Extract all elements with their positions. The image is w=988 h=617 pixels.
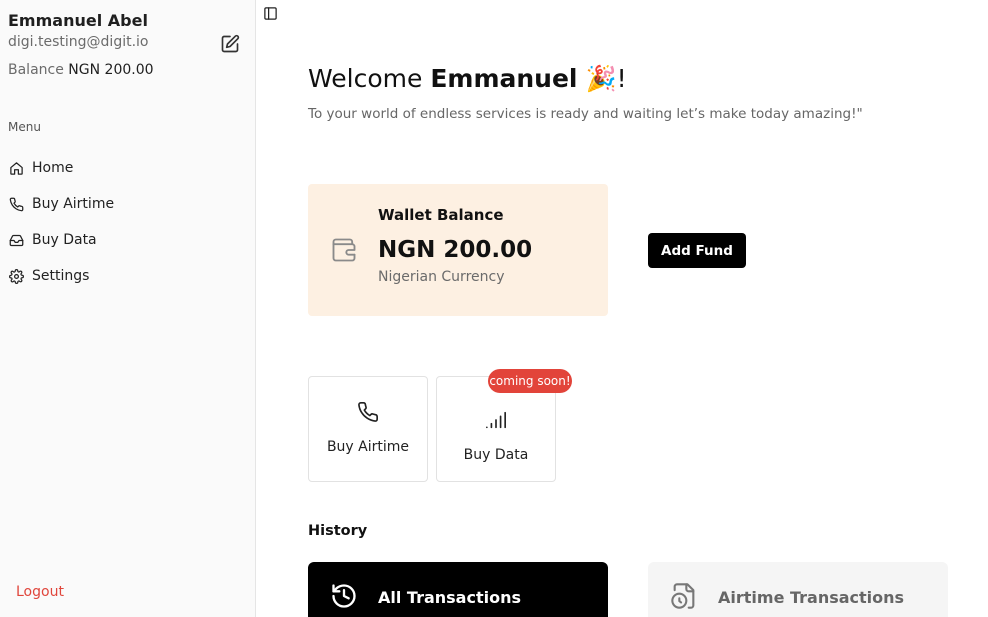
sidebar-item-buy-data[interactable]: Buy Data	[8, 228, 248, 252]
sidebar-item-buy-airtime[interactable]: Buy Airtime	[8, 192, 248, 216]
logout-button[interactable]: Logout	[16, 584, 64, 600]
gear-icon	[8, 268, 24, 284]
tab-all-transactions[interactable]: All Transactions	[308, 562, 608, 617]
signal-icon	[485, 409, 507, 431]
welcome-name: Emmanuel	[430, 64, 578, 93]
wallet-title: Wallet Balance	[378, 206, 504, 224]
phone-icon	[357, 401, 379, 423]
buy-airtime-card[interactable]: Buy Airtime	[308, 376, 428, 482]
service-label: Buy Airtime	[326, 439, 410, 455]
welcome-subtitle: To your world of endless services is rea…	[308, 106, 863, 122]
sidebar-item-label: Buy Airtime	[32, 196, 115, 212]
sidebar: Emmanuel Abel digi.testing@digit.io Bala…	[0, 0, 256, 617]
balance-value: NGN 200.00	[68, 62, 154, 78]
welcome-suffix: !	[616, 64, 627, 93]
tab-label: All Transactions	[378, 588, 521, 607]
tab-label: Airtime Transactions	[718, 588, 905, 607]
service-label: Buy Data	[463, 447, 529, 463]
welcome-heading: Welcome Emmanuel 🎉!	[308, 64, 627, 94]
add-fund-button[interactable]: Add Fund	[648, 233, 746, 268]
home-icon	[8, 160, 24, 176]
sidebar-item-label: Settings	[32, 268, 90, 284]
user-email: digi.testing@digit.io	[8, 34, 149, 50]
sidebar-balance: Balance NGN 200.00	[8, 62, 154, 78]
sidebar-item-label: Home	[32, 160, 74, 176]
sidebar-item-settings[interactable]: Settings	[8, 264, 248, 288]
sidebar-item-home[interactable]: Home	[8, 156, 248, 180]
sidebar-nav: Home Buy Airtime Buy Data Settings	[8, 156, 248, 300]
user-name: Emmanuel Abel	[8, 11, 148, 30]
file-clock-icon	[670, 582, 698, 610]
wallet-currency: Nigerian Currency	[378, 269, 505, 285]
welcome-prefix: Welcome	[308, 64, 423, 93]
balance-label: Balance	[8, 62, 64, 78]
sidebar-toggle-button[interactable]	[263, 6, 279, 22]
tab-airtime-transactions[interactable]: Airtime Transactions	[648, 562, 948, 617]
sidebar-item-label: Buy Data	[32, 232, 97, 248]
wallet-balance-card: Wallet Balance NGN 200.00 Nigerian Curre…	[308, 184, 608, 316]
wallet-amount: NGN 200.00	[378, 237, 533, 263]
wallet-icon	[330, 236, 358, 264]
party-icon: 🎉	[585, 64, 617, 93]
phone-icon	[8, 196, 24, 212]
inbox-icon	[8, 232, 24, 248]
panel-left-icon	[264, 7, 277, 20]
history-icon	[330, 582, 358, 610]
coming-soon-badge: coming soon!	[488, 369, 572, 393]
history-heading: History	[308, 523, 368, 539]
menu-heading: Menu	[8, 120, 41, 134]
edit-profile-button[interactable]	[219, 33, 241, 55]
edit-icon	[221, 34, 240, 53]
